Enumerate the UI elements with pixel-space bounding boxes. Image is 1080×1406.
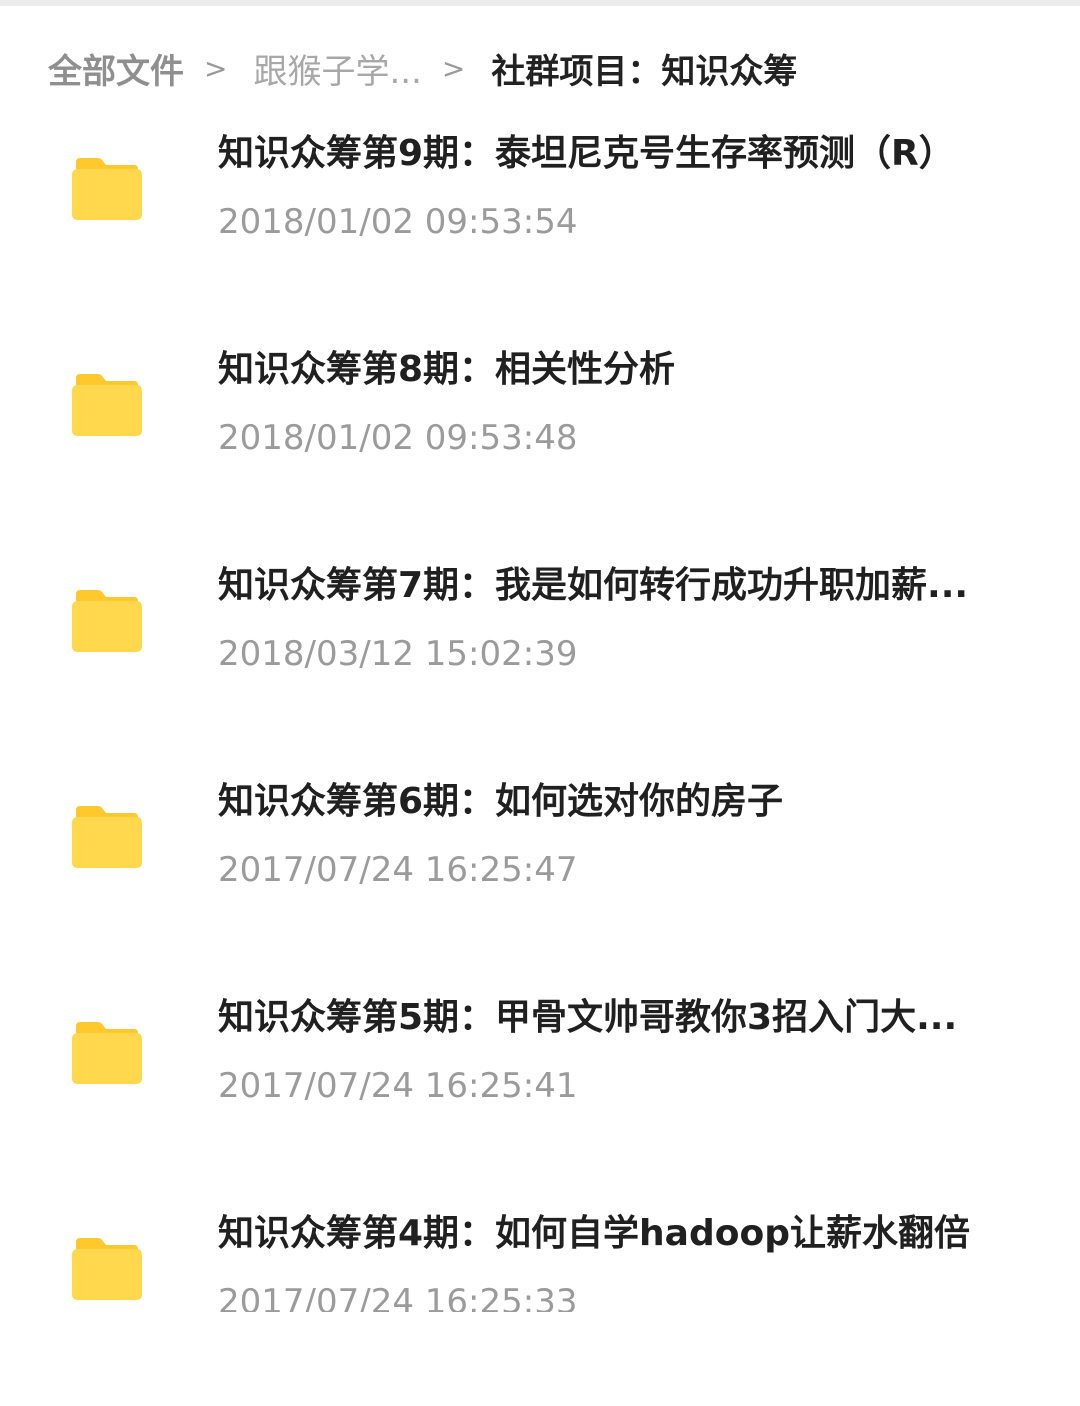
folder-icon (72, 1238, 142, 1300)
breadcrumb-root[interactable]: 全部文件 (48, 44, 184, 93)
file-row[interactable]: 知识众筹第7期：我是如何转行成功升职加薪... 2018/03/12 15:02… (0, 542, 1080, 758)
file-list: 知识众筹第9期：泰坦尼克号生存率预测（R） 2018/01/02 09:53:5… (0, 110, 1080, 1406)
folder-icon (72, 1022, 142, 1084)
file-name: 知识众筹第4期：如何自学hadoop让薪水翻倍 (218, 1213, 970, 1254)
bottom-edge (0, 1312, 1080, 1322)
folder-icon (72, 374, 142, 436)
breadcrumb-separator: > (441, 51, 466, 85)
file-date: 2017/07/24 16:25:41 (218, 1066, 578, 1106)
file-row[interactable]: 知识众筹第6期：如何选对你的房子 2017/07/24 16:25:47 (0, 758, 1080, 974)
file-name: 知识众筹第8期：相关性分析 (218, 349, 676, 390)
breadcrumb-current: 社群项目：知识众筹 (491, 51, 798, 92)
folder-icon (72, 590, 142, 652)
file-date: 2018/01/02 09:53:48 (218, 418, 578, 458)
file-name: 知识众筹第5期：甲骨文帅哥教你3招入门大... (218, 997, 958, 1038)
file-name: 知识众筹第7期：我是如何转行成功升职加薪... (218, 565, 969, 606)
file-row[interactable]: 知识众筹第5期：甲骨文帅哥教你3招入门大... 2017/07/24 16:25… (0, 974, 1080, 1190)
top-divider (0, 0, 1080, 6)
file-date: 2017/07/24 16:25:47 (218, 850, 578, 890)
breadcrumb-separator: > (204, 51, 228, 85)
folder-icon (72, 806, 142, 868)
file-row[interactable]: 知识众筹第8期：相关性分析 2018/01/02 09:53:48 (0, 326, 1080, 542)
file-row[interactable]: 知识众筹第9期：泰坦尼克号生存率预测（R） 2018/01/02 09:53:5… (0, 110, 1080, 326)
file-name: 知识众筹第9期：泰坦尼克号生存率预测（R） (218, 133, 955, 174)
file-date: 2018/01/02 09:53:54 (218, 202, 578, 242)
file-row[interactable]: 知识众筹第4期：如何自学hadoop让薪水翻倍 2017/07/24 16:25… (0, 1190, 1080, 1406)
file-name: 知识众筹第6期：如何选对你的房子 (218, 781, 784, 822)
breadcrumb: 全部文件 > 跟猴子学... > 社群项目：知识众筹 (48, 38, 797, 98)
file-date: 2018/03/12 15:02:39 (218, 634, 578, 674)
breadcrumb-middle[interactable]: 跟猴子学... (253, 44, 421, 93)
folder-icon (72, 158, 142, 220)
